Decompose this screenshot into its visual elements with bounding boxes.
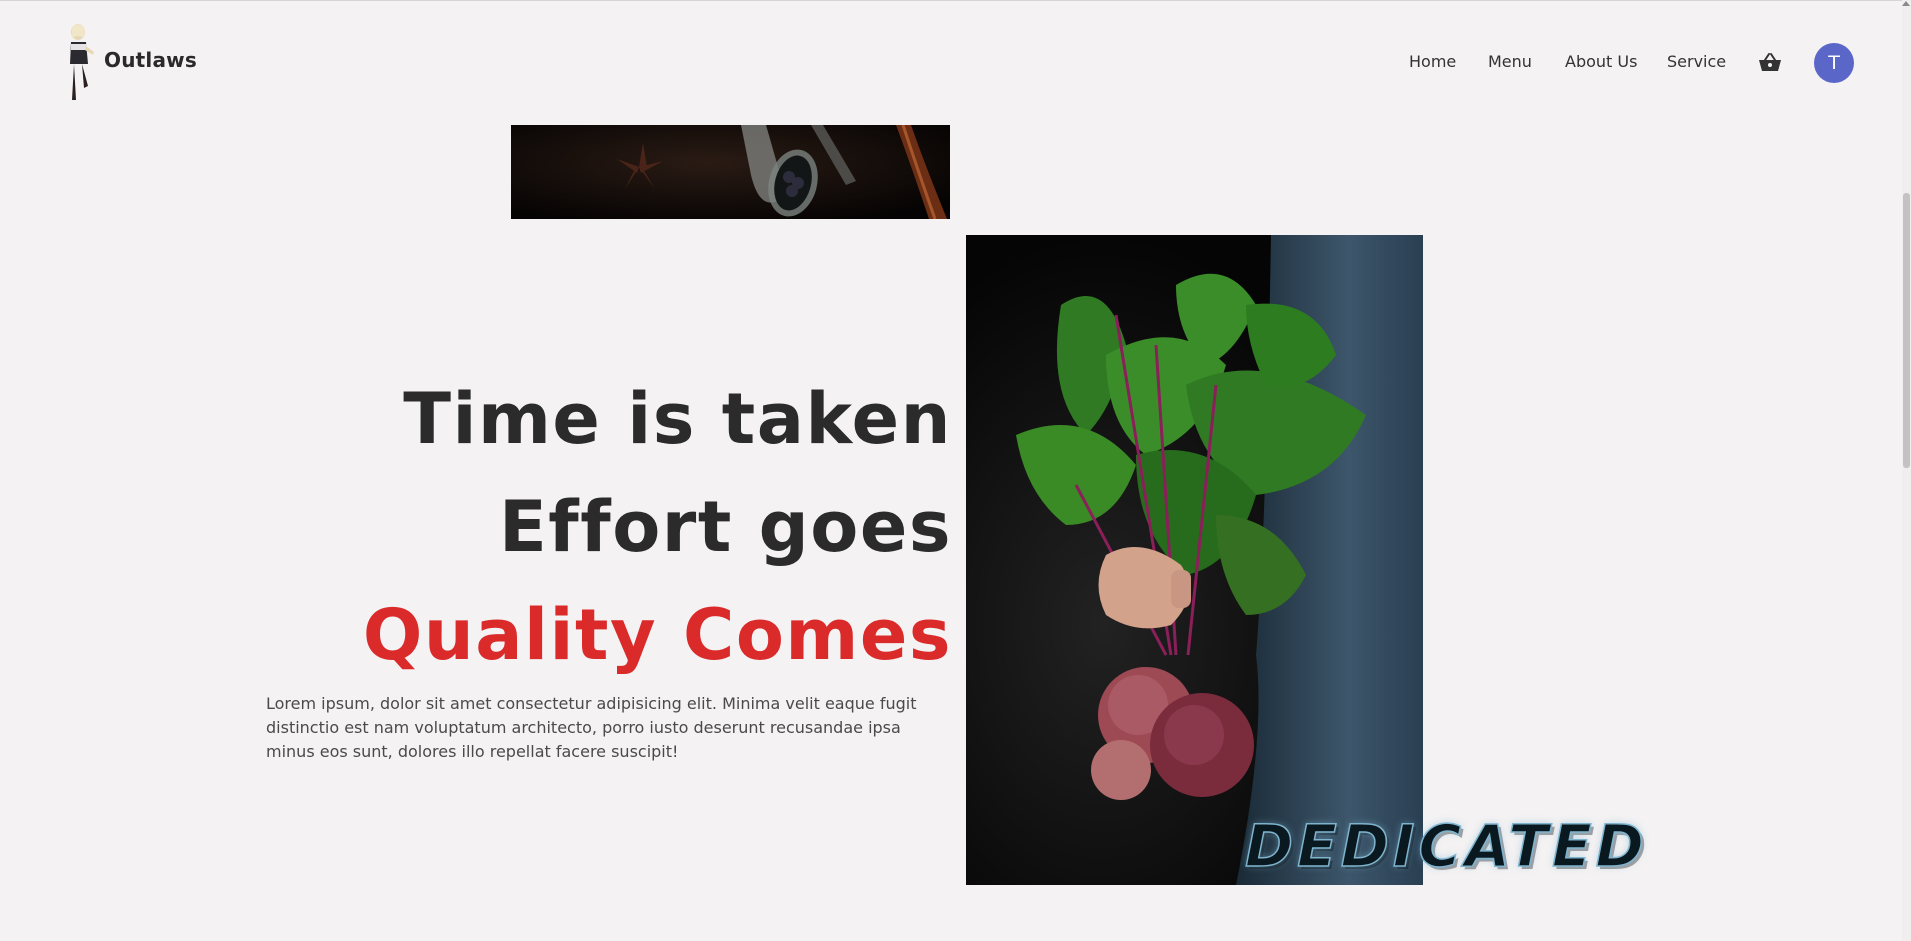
dedicated-badge: DEDICATED	[1244, 811, 1648, 881]
logo[interactable]: Outlaws	[60, 22, 197, 102]
brand-name: Outlaws	[104, 48, 197, 72]
headline-line-3: Quality Comes	[362, 594, 952, 676]
nav-home[interactable]: Home	[1409, 52, 1456, 71]
headline-line-2: Effort goes	[498, 486, 952, 568]
scroll-up-icon[interactable]	[1902, 1, 1910, 6]
site-header: Outlaws Home Menu About Us Service T	[0, 0, 1911, 125]
headline-line-1: Time is taken	[403, 378, 952, 460]
shopping-basket-icon[interactable]	[1758, 52, 1782, 72]
scrollbar-thumb[interactable]	[1903, 193, 1910, 468]
scrollbar[interactable]	[1902, 0, 1911, 941]
spices-image	[511, 125, 950, 219]
user-avatar[interactable]: T	[1814, 43, 1854, 83]
hero-headline: Time is taken Effort goes Quality Comes	[363, 365, 952, 689]
nav-about-us[interactable]: About Us	[1565, 52, 1637, 71]
logo-figure-icon	[60, 22, 96, 102]
nav-service[interactable]: Service	[1667, 52, 1726, 71]
nav-menu[interactable]: Menu	[1488, 52, 1532, 71]
beetroot-image	[966, 235, 1423, 885]
hero-description: Lorem ipsum, dolor sit amet consectetur …	[266, 694, 917, 761]
